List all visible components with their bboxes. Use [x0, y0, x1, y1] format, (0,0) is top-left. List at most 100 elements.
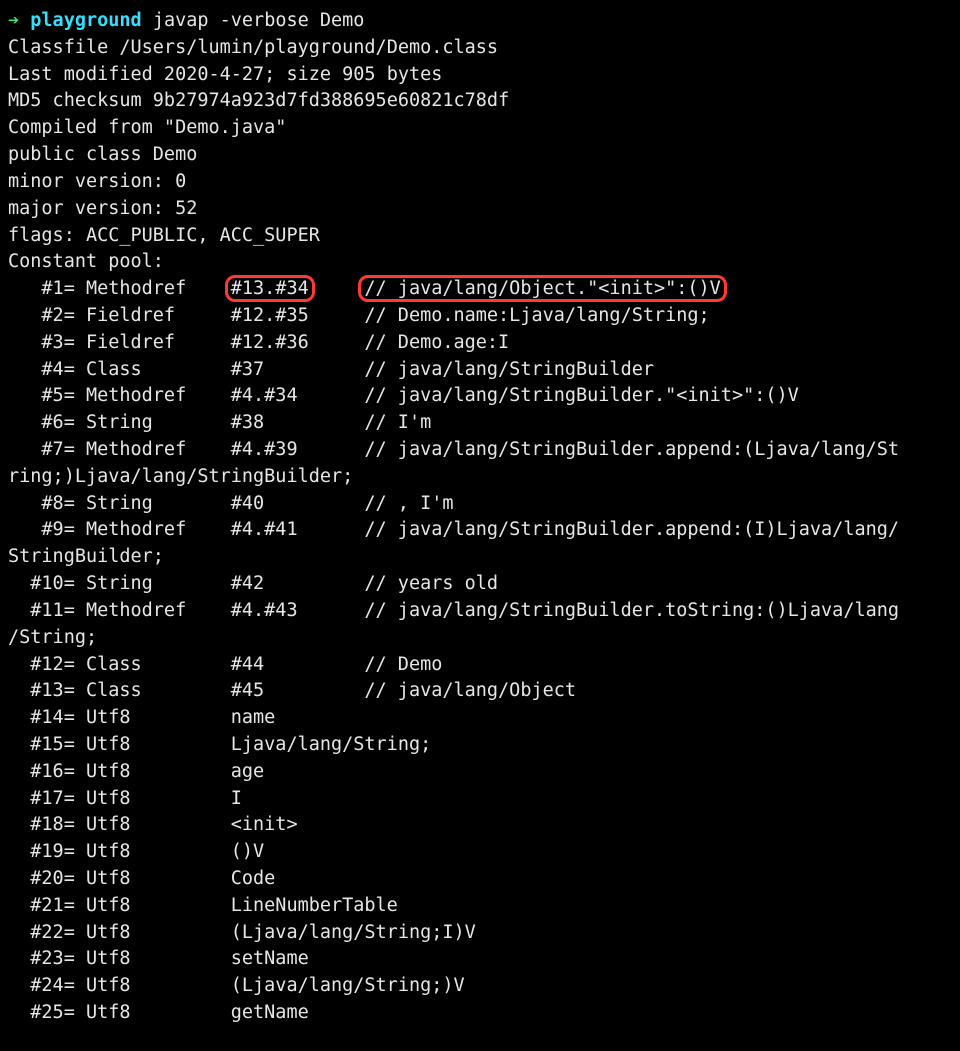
constant-type: = Utf8	[64, 705, 231, 732]
constant-value: #4.#43	[231, 598, 365, 625]
constant-index: #22	[8, 920, 64, 947]
constant-value: age	[231, 759, 365, 786]
constant-value: ()V	[231, 839, 365, 866]
constant-comment: // java/lang/StringBuilder	[364, 357, 654, 384]
constant-type: = String	[64, 571, 231, 598]
constant-pool-entry: #11 = Methodref#4.#43// java/lang/String…	[8, 598, 952, 625]
terminal-output: ➔ playground javap -verbose Demo Classfi…	[0, 0, 960, 1051]
constant-index: #2	[8, 303, 64, 330]
output-line: Last modified 2020-4-27; size 905 bytes	[8, 62, 952, 89]
constant-index: #20	[8, 866, 64, 893]
constant-comment: // years old	[364, 571, 498, 598]
constant-type: = Fieldref	[64, 330, 231, 357]
constant-index: #3	[8, 330, 64, 357]
constant-value: getName	[231, 1000, 365, 1027]
constant-index: #14	[8, 705, 64, 732]
constant-index: #11	[8, 598, 64, 625]
constant-index: #23	[8, 946, 64, 973]
constant-index: #13	[8, 678, 64, 705]
constant-index: #6	[8, 410, 64, 437]
constant-value: #38	[231, 410, 365, 437]
constant-value: #13.#34	[231, 276, 365, 303]
constant-comment-wrap: StringBuilder;	[8, 544, 952, 571]
constant-type: = Class	[64, 678, 231, 705]
constant-type: = Utf8	[64, 1000, 231, 1027]
constant-value: Code	[231, 866, 365, 893]
constant-index: #15	[8, 732, 64, 759]
constant-pool-entry: #4 = Class#37// java/lang/StringBuilder	[8, 357, 952, 384]
constant-type: = Utf8	[64, 946, 231, 973]
constant-comment: // I'm	[364, 410, 431, 437]
constant-index: #19	[8, 839, 64, 866]
constant-type: = Methodref	[64, 383, 231, 410]
constant-value: #4.#34	[231, 383, 365, 410]
constant-comment: // java/lang/StringBuilder.append:(Ljava…	[364, 437, 899, 464]
constant-comment-wrap: ring;)Ljava/lang/StringBuilder;	[8, 464, 952, 491]
output-line: Constant pool:	[8, 249, 952, 276]
constant-pool-entry: #18 = Utf8<init>	[8, 812, 952, 839]
constant-value: #42	[231, 571, 365, 598]
constant-value: I	[231, 786, 365, 813]
constant-type: = String	[64, 491, 231, 518]
constant-pool-entry: #21 = Utf8LineNumberTable	[8, 893, 952, 920]
output-header: Classfile /Users/lumin/playground/Demo.c…	[8, 35, 952, 276]
constant-comment: // java/lang/StringBuilder.toString:()Lj…	[364, 598, 899, 625]
prompt-command[interactable]: javap -verbose Demo	[153, 10, 365, 31]
constant-index: #24	[8, 973, 64, 1000]
constant-index: #7	[8, 437, 64, 464]
constant-index: #1	[8, 276, 64, 303]
constant-index: #8	[8, 491, 64, 518]
constant-pool-entry: #2 = Fieldref#12.#35// Demo.name:Ljava/l…	[8, 303, 952, 330]
constant-pool-entry: #19 = Utf8()V	[8, 839, 952, 866]
constant-pool-entry: #12 = Class#44// Demo	[8, 652, 952, 679]
output-line: major version: 52	[8, 196, 952, 223]
constant-value: LineNumberTable	[231, 893, 365, 920]
constant-index: #16	[8, 759, 64, 786]
output-line: minor version: 0	[8, 169, 952, 196]
constant-pool-entry: #16 = Utf8age	[8, 759, 952, 786]
constant-value: #37	[231, 357, 365, 384]
constant-index: #21	[8, 893, 64, 920]
constant-comment: // Demo.name:Ljava/lang/String;	[364, 303, 709, 330]
output-line: public class Demo	[8, 142, 952, 169]
constant-type: = Methodref	[64, 276, 231, 303]
constant-type: = Utf8	[64, 893, 231, 920]
constant-index: #5	[8, 383, 64, 410]
output-line: MD5 checksum 9b27974a923d7fd388695e60821…	[8, 88, 952, 115]
constant-index: #10	[8, 571, 64, 598]
constant-type: = Utf8	[64, 812, 231, 839]
constant-comment: // Demo	[364, 652, 442, 679]
constant-type: = Methodref	[64, 598, 231, 625]
constant-pool-entry: #9 = Methodref#4.#41// java/lang/StringB…	[8, 517, 952, 544]
constant-pool-entry: #22 = Utf8(Ljava/lang/String;I)V	[8, 920, 952, 947]
constant-pool-entry: #3 = Fieldref#12.#36// Demo.age:I	[8, 330, 952, 357]
constant-index: #4	[8, 357, 64, 384]
constant-type: = Utf8	[64, 786, 231, 813]
constant-type: = Utf8	[64, 759, 231, 786]
output-line: Classfile /Users/lumin/playground/Demo.c…	[8, 35, 952, 62]
constant-pool: #1 = Methodref#13.#34// java/lang/Object…	[8, 276, 952, 1027]
constant-pool-entry: #14 = Utf8name	[8, 705, 952, 732]
constant-index: #9	[8, 517, 64, 544]
constant-value: (Ljava/lang/String;I)V	[231, 920, 365, 947]
constant-pool-entry: #8 = String#40// , I'm	[8, 491, 952, 518]
constant-pool-entry: #10 = String#42// years old	[8, 571, 952, 598]
constant-value: #4.#39	[231, 437, 365, 464]
constant-comment: // java/lang/StringBuilder."<init>":()V	[364, 383, 798, 410]
highlight-box: #13.#34	[231, 278, 309, 299]
highlight-box: // java/lang/Object."<init>":()V	[364, 278, 720, 299]
constant-value: Ljava/lang/String;	[231, 732, 365, 759]
constant-value: #44	[231, 652, 365, 679]
output-line: Compiled from "Demo.java"	[8, 115, 952, 142]
constant-pool-entry: #17 = Utf8I	[8, 786, 952, 813]
constant-value: setName	[231, 946, 365, 973]
constant-index: #18	[8, 812, 64, 839]
constant-type: = Utf8	[64, 866, 231, 893]
constant-value: (Ljava/lang/String;)V	[231, 973, 365, 1000]
constant-pool-entry: #24 = Utf8(Ljava/lang/String;)V	[8, 973, 952, 1000]
constant-value: name	[231, 705, 365, 732]
constant-type: = Fieldref	[64, 303, 231, 330]
constant-value: #12.#36	[231, 330, 365, 357]
constant-comment: // java/lang/StringBuilder.append:(I)Lja…	[364, 517, 899, 544]
constant-type: = Utf8	[64, 732, 231, 759]
